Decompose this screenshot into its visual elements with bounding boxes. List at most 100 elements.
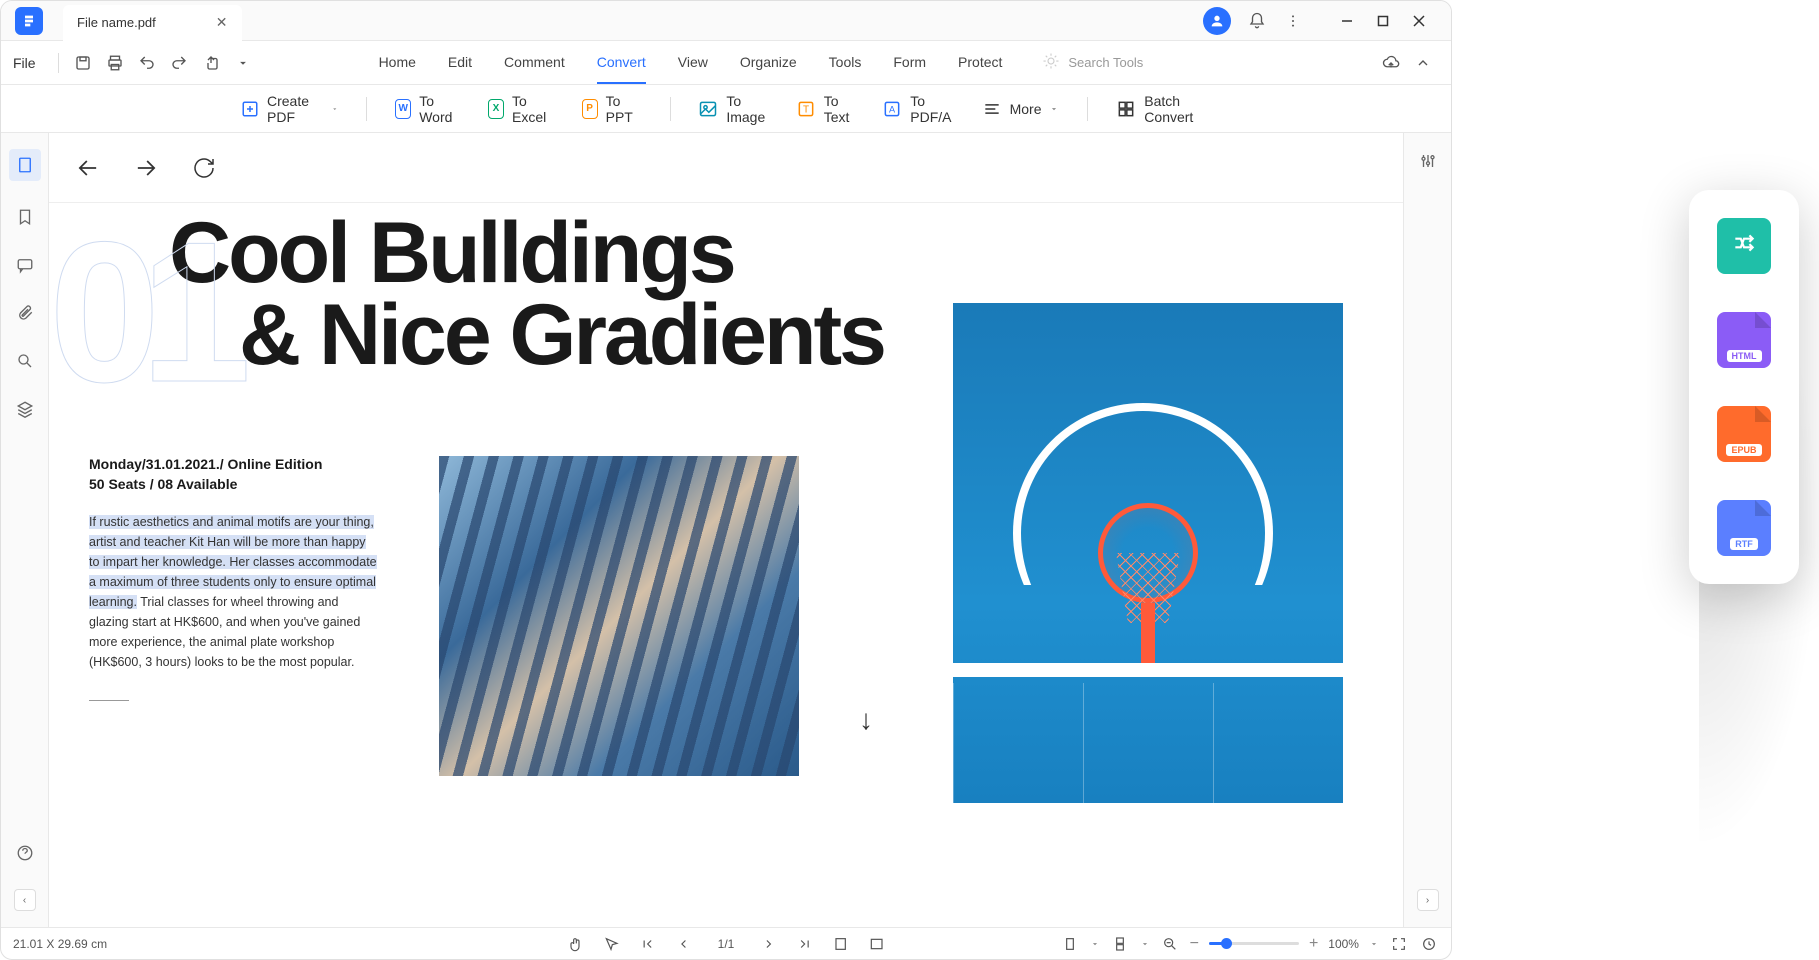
help-icon[interactable] [13,841,37,865]
clock-icon[interactable] [1419,934,1439,954]
chevron-up-icon[interactable] [1409,49,1437,77]
sliders-icon[interactable] [1416,149,1440,173]
nav-forward-icon[interactable] [131,153,161,183]
to-excel-button[interactable]: X To Excel [488,93,554,125]
hand-tool-icon[interactable] [566,934,586,954]
to-word-button[interactable]: W To Word [395,93,460,125]
kebab-menu-icon[interactable] [1283,11,1303,31]
app-logo-icon[interactable] [15,7,43,35]
thumbnails-icon[interactable] [9,149,41,181]
word-icon: W [395,99,411,119]
tab-comment[interactable]: Comment [504,42,565,84]
tab-form[interactable]: Form [893,42,926,84]
file-menu[interactable]: File [13,55,36,71]
fullscreen-icon[interactable] [1389,934,1409,954]
chevron-down-icon[interactable] [1369,939,1379,949]
file-tab[interactable]: File name.pdf ✕ [63,5,242,41]
undo-icon[interactable] [133,49,161,77]
single-page-icon[interactable] [1060,934,1080,954]
select-tool-icon[interactable] [602,934,622,954]
tab-protect[interactable]: Protect [958,42,1002,84]
zoom-percent: 100% [1328,937,1359,951]
folder-shuffle-icon[interactable] [1717,218,1771,274]
tab-tools[interactable]: Tools [829,42,862,84]
share-icon[interactable] [197,49,225,77]
to-pdfa-button[interactable]: A To PDF/A [882,93,953,125]
attachment-icon[interactable] [13,301,37,325]
tab-convert[interactable]: Convert [597,42,646,84]
save-icon[interactable] [69,49,97,77]
text-icon: T [796,99,816,119]
search-tools[interactable]: Search Tools [1042,52,1143,73]
notification-bell-icon[interactable] [1247,11,1267,31]
page-number-watermark: 01 [49,223,231,403]
collapse-right-icon[interactable]: › [1417,889,1439,911]
redo-icon[interactable] [165,49,193,77]
user-avatar-icon[interactable] [1203,7,1231,35]
titlebar: File name.pdf ✕ [1,1,1451,41]
seats-line: 50 Seats / 08 Available [89,476,379,492]
pdfa-icon: A [882,99,902,119]
hoop-image [953,303,1343,803]
to-text-label: To Text [824,93,855,125]
create-pdf-button[interactable]: Create PDF [241,93,338,125]
epub-format-icon[interactable]: EPUB [1717,406,1771,462]
next-page-icon[interactable] [758,934,778,954]
refresh-icon[interactable] [189,153,219,183]
lightbulb-icon [1042,52,1060,73]
chevron-down-icon [331,104,339,114]
tab-organize[interactable]: Organize [740,42,797,84]
document-view[interactable]: 01 Cool Bulldings & Nice Gradients Monda… [49,203,1403,927]
maximize-window-icon[interactable] [1375,13,1391,29]
prev-page-icon[interactable] [674,934,694,954]
format-floating-panel: HTML EPUB RTF [1689,190,1799,584]
down-arrow-icon: ↓ [859,704,873,736]
zoom-minus-icon[interactable]: − [1190,935,1199,953]
to-ppt-button[interactable]: P To PPT [582,93,642,125]
nav-back-icon[interactable] [73,153,103,183]
tab-edit[interactable]: Edit [448,42,472,84]
page-dimensions: 21.01 X 29.69 cm [13,937,107,951]
comment-icon[interactable] [13,253,37,277]
excel-icon: X [488,99,504,119]
print-icon[interactable] [101,49,129,77]
zoom-slider-thumb[interactable] [1221,938,1232,949]
tab-home[interactable]: Home [379,42,416,84]
page-indicator[interactable]: 1/1 [710,935,743,953]
continuous-page-icon[interactable] [1110,934,1130,954]
bookmark-icon[interactable] [13,205,37,229]
divider [670,97,671,121]
statusbar: 21.01 X 29.69 cm 1/1 [1,927,1451,959]
rtf-format-icon[interactable]: RTF [1717,500,1771,556]
chevron-down-icon [1049,104,1059,114]
layers-icon[interactable] [13,397,37,421]
right-sidebar: › [1403,133,1451,927]
html-format-icon[interactable]: HTML [1717,312,1771,368]
chevron-down-icon[interactable] [1090,939,1100,949]
minimize-window-icon[interactable] [1339,13,1355,29]
close-window-icon[interactable] [1411,13,1427,29]
to-text-button[interactable]: T To Text [796,93,855,125]
batch-convert-button[interactable]: Batch Convert [1116,93,1211,125]
search-icon[interactable] [13,349,37,373]
zoom-plus-icon[interactable]: + [1309,935,1318,953]
last-page-icon[interactable] [794,934,814,954]
zoom-slider[interactable] [1209,942,1299,945]
chevron-down-icon[interactable] [1140,939,1150,949]
to-image-label: To Image [726,93,767,125]
file-tab-name: File name.pdf [77,15,156,30]
close-tab-icon[interactable]: ✕ [216,14,228,31]
epub-label: EPUB [1726,444,1761,456]
more-button[interactable]: More [982,99,1060,119]
fit-page-icon[interactable] [866,934,886,954]
rtf-label: RTF [1730,538,1758,550]
fit-width-icon[interactable] [830,934,850,954]
tab-view[interactable]: View [678,42,708,84]
zoom-out-icon[interactable] [1160,934,1180,954]
cloud-upload-icon[interactable] [1377,49,1405,77]
dropdown-icon[interactable] [229,49,257,77]
to-image-button[interactable]: To Image [698,93,767,125]
first-page-icon[interactable] [638,934,658,954]
date-line: Monday/31.01.2021./ Online Edition [89,456,379,472]
collapse-left-icon[interactable]: ‹ [14,889,36,911]
